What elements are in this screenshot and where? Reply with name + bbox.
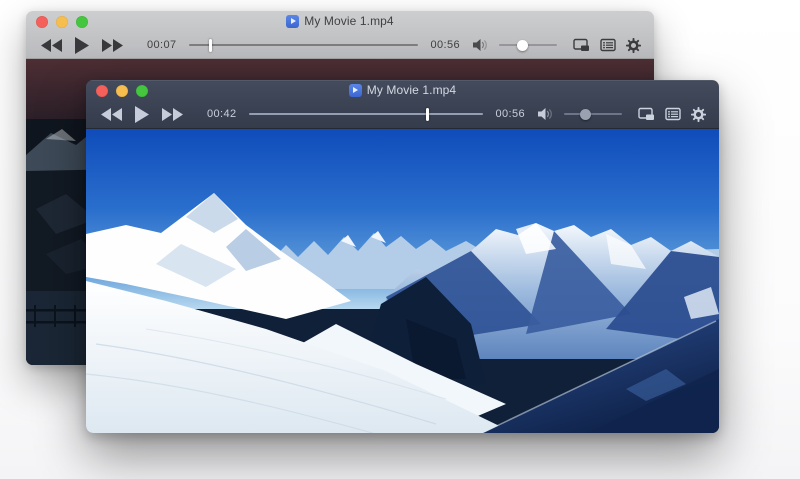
picture-in-picture-button[interactable] bbox=[638, 107, 655, 121]
media-list-button[interactable] bbox=[665, 107, 681, 121]
playback-controls: 00:42 00:56 bbox=[86, 101, 719, 127]
window-title: My Movie 1.mp4 bbox=[366, 83, 457, 97]
movie-file-icon bbox=[286, 14, 300, 28]
current-time: 00:07 bbox=[147, 39, 177, 51]
playhead[interactable] bbox=[426, 107, 430, 121]
right-buttons bbox=[573, 37, 641, 53]
picture-in-picture-button[interactable] bbox=[573, 38, 590, 52]
volume-knob[interactable] bbox=[517, 39, 529, 51]
video-content-front bbox=[86, 129, 719, 433]
speaker-icon[interactable] bbox=[472, 38, 489, 52]
gear-button[interactable] bbox=[626, 37, 641, 53]
transport-buttons bbox=[41, 36, 123, 54]
volume-knob[interactable] bbox=[580, 108, 592, 120]
timeline-slider[interactable] bbox=[188, 38, 419, 52]
fast-forward-button[interactable] bbox=[162, 107, 183, 121]
volume-slider[interactable] bbox=[564, 108, 622, 120]
timeline-track bbox=[188, 44, 419, 46]
timeline-slider[interactable] bbox=[248, 107, 484, 121]
rewind-button[interactable] bbox=[101, 107, 122, 121]
duration-time: 00:56 bbox=[495, 108, 525, 120]
speaker-icon[interactable] bbox=[537, 107, 554, 121]
gear-button[interactable] bbox=[691, 106, 706, 122]
player-header: My Movie 1.mp4 00:07 00:56 bbox=[26, 11, 654, 59]
title-area: My Movie 1.mp4 bbox=[26, 14, 654, 28]
right-buttons bbox=[638, 106, 706, 122]
playback-controls: 00:07 00:56 bbox=[26, 32, 654, 58]
current-time: 00:42 bbox=[207, 108, 237, 120]
titlebar: My Movie 1.mp4 bbox=[26, 11, 654, 32]
title-area: My Movie 1.mp4 bbox=[86, 83, 719, 97]
snowy-mountain-scene bbox=[86, 129, 719, 433]
volume-slider[interactable] bbox=[499, 39, 557, 51]
duration-time: 00:56 bbox=[430, 39, 460, 51]
player-window-front: My Movie 1.mp4 00:42 00:56 bbox=[86, 80, 719, 433]
transport-buttons bbox=[101, 105, 183, 123]
movie-file-icon bbox=[348, 83, 362, 97]
timeline-track bbox=[248, 113, 484, 115]
window-title: My Movie 1.mp4 bbox=[304, 14, 394, 28]
player-header: My Movie 1.mp4 00:42 00:56 bbox=[86, 80, 719, 129]
titlebar: My Movie 1.mp4 bbox=[86, 80, 719, 101]
volume-track bbox=[564, 113, 622, 115]
fast-forward-button[interactable] bbox=[102, 38, 123, 52]
rewind-button[interactable] bbox=[41, 38, 62, 52]
play-button[interactable] bbox=[75, 36, 89, 54]
media-list-button[interactable] bbox=[600, 38, 616, 52]
playhead[interactable] bbox=[209, 38, 213, 52]
play-button[interactable] bbox=[135, 105, 149, 123]
